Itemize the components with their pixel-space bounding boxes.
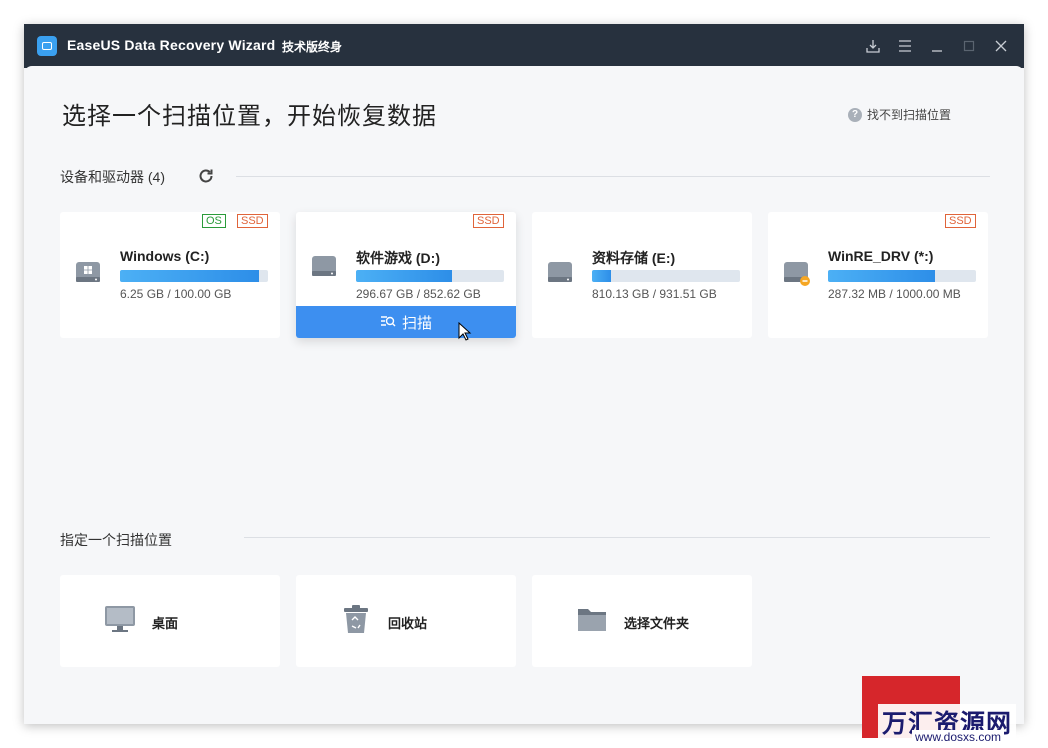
section-divider — [236, 176, 990, 177]
location-card-desktop[interactable]: 桌面 — [60, 575, 280, 667]
download-icon[interactable] — [861, 34, 885, 58]
minimize-icon[interactable] — [925, 34, 949, 58]
ssd-badge: SSD — [945, 214, 976, 228]
locations-section-label: 指定一个扫描位置 — [60, 532, 172, 548]
usage-fill — [592, 270, 612, 282]
drive-card-c[interactable]: OS SSD Windows (C:) 6.25 GB / 100.00 GB — [60, 212, 280, 338]
app-title: EaseUS Data Recovery Wizard — [67, 37, 276, 53]
windows-drive-icon — [74, 258, 102, 286]
location-label: 桌面 — [152, 616, 179, 631]
help-link[interactable]: ? 找不到扫描位置 — [848, 106, 951, 123]
section-divider — [244, 537, 990, 538]
scan-button[interactable]: 扫描 — [296, 306, 516, 338]
drive-name: 软件游戏 (D:) — [356, 250, 440, 266]
hard-drive-icon — [546, 258, 574, 286]
page-title: 选择一个扫描位置，开始恢复数据 — [62, 103, 437, 130]
usage-bar — [120, 270, 268, 282]
drive-name: 资料存储 (E:) — [592, 250, 676, 266]
location-card-folder[interactable]: 选择文件夹 — [532, 575, 752, 667]
hidden-drive-icon — [782, 258, 810, 286]
drive-size: 287.32 MB / 1000.00 MB — [828, 287, 961, 301]
location-label: 选择文件夹 — [624, 616, 690, 631]
drives-section-label: 设备和驱动器 (4) — [60, 169, 165, 185]
drive-size: 296.67 GB / 852.62 GB — [356, 287, 481, 301]
watermark-url: www.dosxs.com — [912, 730, 1005, 744]
drive-card-winre[interactable]: SSD WinRE_DRV (*:) 287.32 MB / 1000.00 M… — [768, 212, 988, 338]
mouse-cursor-icon — [458, 321, 472, 347]
drive-name: WinRE_DRV (*:) — [828, 248, 934, 264]
app-logo-icon — [37, 36, 57, 56]
location-card-recycle-bin[interactable]: 回收站 — [296, 575, 516, 667]
refresh-icon[interactable] — [196, 166, 216, 186]
ssd-badge: SSD — [237, 214, 268, 228]
os-badge: OS — [202, 214, 226, 228]
title-bar: EaseUS Data Recovery Wizard 技术版终身 — [24, 24, 1024, 68]
usage-bar — [592, 270, 740, 282]
drive-size: 810.13 GB / 931.51 GB — [592, 287, 717, 301]
usage-fill — [120, 270, 260, 282]
desktop-icon — [104, 603, 136, 635]
usage-bar — [828, 270, 976, 282]
help-link-label: 找不到扫描位置 — [867, 108, 952, 122]
usage-fill — [828, 270, 935, 282]
drive-card-d[interactable]: SSD 软件游戏 (D:) 296.67 GB / 852.62 GB 扫描 — [296, 212, 516, 338]
recycle-bin-icon — [340, 603, 372, 635]
app-window: EaseUS Data Recovery Wizard 技术版终身 选择一个扫描… — [24, 24, 1024, 724]
main-panel: 选择一个扫描位置，开始恢复数据 ? 找不到扫描位置 设备和驱动器 (4) OS … — [24, 66, 1024, 724]
menu-icon[interactable] — [893, 34, 917, 58]
drive-size: 6.25 GB / 100.00 GB — [120, 287, 232, 301]
app-edition: 技术版终身 — [282, 40, 343, 54]
location-label: 回收站 — [388, 616, 428, 631]
drive-name: Windows (C:) — [120, 248, 210, 264]
maximize-icon[interactable] — [957, 34, 981, 58]
folder-icon — [576, 603, 608, 635]
drive-card-e[interactable]: 资料存储 (E:) 810.13 GB / 931.51 GB — [532, 212, 752, 338]
ssd-badge: SSD — [473, 214, 504, 228]
help-icon: ? — [848, 107, 862, 122]
close-icon[interactable] — [989, 34, 1013, 58]
scan-icon — [380, 316, 396, 327]
usage-bar — [356, 270, 504, 282]
hard-drive-icon — [310, 252, 338, 280]
watermark: 万汇资源网 www.dosxs.com — [860, 674, 1044, 744]
scan-button-label: 扫描 — [401, 314, 432, 332]
usage-fill — [356, 270, 453, 282]
